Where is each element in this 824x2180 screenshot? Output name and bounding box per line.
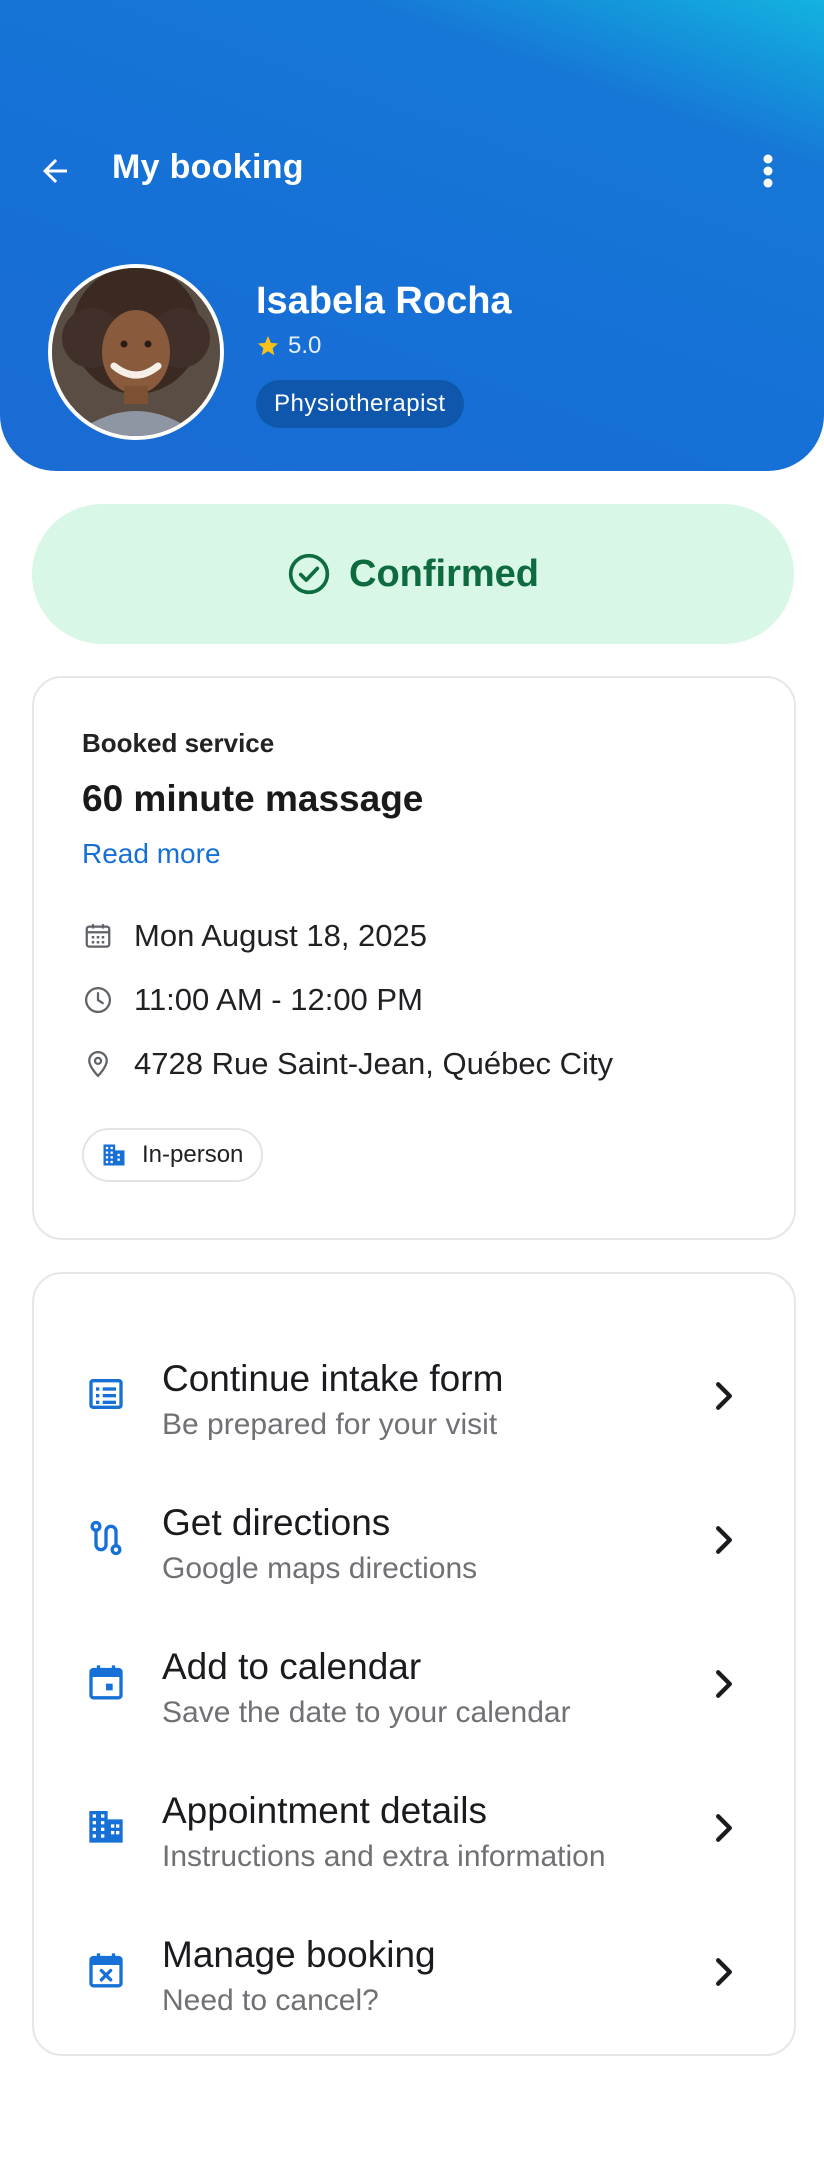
chevron-right-icon — [716, 1670, 732, 1698]
action-subtitle: Be prepared for your visit — [162, 1408, 498, 1441]
action-manage-booking[interactable]: Manage booking Need to cancel? — [34, 1902, 794, 2046]
calendar-icon — [89, 1665, 123, 1700]
date-row: Mon August 18, 2025 — [82, 918, 427, 954]
booking-address: 4728 Rue Saint-Jean, Québec City — [134, 1046, 614, 1081]
booking-date: Mon August 18, 2025 — [134, 918, 428, 953]
booked-service-card: Booked service 60 minute massage Read mo… — [32, 676, 796, 1240]
action-get-directions[interactable]: Get directions Google maps directions — [34, 1470, 794, 1614]
chevron-right-icon — [716, 1814, 732, 1842]
action-subtitle: Need to cancel? — [162, 1984, 379, 2017]
action-title: Get directions — [162, 1502, 391, 1543]
section-label: Booked service — [82, 728, 275, 758]
building-icon — [89, 1811, 123, 1843]
more-options-button[interactable] — [748, 146, 788, 196]
avatar — [48, 264, 224, 440]
address-row: 4728 Rue Saint-Jean, Québec City — [82, 1046, 613, 1082]
professional-name: Isabela Rocha — [256, 280, 512, 322]
booking-actions-card: Continue intake form Be prepared for you… — [32, 1272, 796, 2056]
rating-value: 5.0 — [288, 332, 322, 359]
chevron-right-icon — [716, 1526, 732, 1554]
action-appointment-details[interactable]: Appointment details Instructions and ext… — [34, 1758, 794, 1902]
action-add-to-calendar[interactable]: Add to calendar Save the date to your ca… — [34, 1614, 794, 1758]
status-badge: Confirmed — [32, 504, 794, 644]
action-subtitle: Google maps directions — [162, 1552, 478, 1585]
building-icon — [103, 1144, 125, 1166]
action-title: Manage booking — [162, 1934, 436, 1975]
calendar-cancel-icon — [89, 1953, 123, 1988]
time-row: 11:00 AM - 12:00 PM — [82, 982, 423, 1018]
status-label: Confirmed — [349, 552, 539, 595]
chevron-right-icon — [716, 1382, 732, 1410]
location-pin-icon — [88, 1050, 108, 1078]
clock-icon — [85, 987, 111, 1013]
calendar-grid-icon — [85, 924, 111, 948]
route-icon — [90, 1520, 122, 1556]
top-app-bar: My booking — [0, 136, 824, 200]
star-icon — [258, 336, 278, 356]
back-button[interactable] — [30, 146, 80, 196]
profile-header: My booking Isabela Rocha 5.0 Physiothera… — [0, 0, 824, 471]
action-title: Appointment details — [162, 1790, 487, 1831]
more-vertical-icon — [763, 154, 773, 188]
check-circle-icon — [288, 553, 330, 595]
role-badge: Physiotherapist — [256, 380, 464, 428]
appointment-mode-chip: In-person — [82, 1128, 264, 1182]
action-subtitle: Instructions and extra information — [162, 1840, 606, 1873]
service-title: 60 minute massage — [82, 778, 424, 819]
list-icon — [89, 1379, 123, 1409]
mode-label: In-person — [142, 1141, 244, 1168]
read-more-link[interactable]: Read more — [82, 838, 221, 870]
chevron-right-icon — [716, 1958, 732, 1986]
action-continue-intake-form[interactable]: Continue intake form Be prepared for you… — [34, 1326, 794, 1470]
action-subtitle: Save the date to your calendar — [162, 1696, 571, 1729]
rating: 5.0 — [256, 332, 321, 360]
action-title: Add to calendar — [162, 1646, 422, 1687]
action-title: Continue intake form — [162, 1358, 504, 1399]
booking-time: 11:00 AM - 12:00 PM — [134, 982, 423, 1017]
arrow-left-icon — [43, 159, 67, 183]
role-label: Physiotherapist — [274, 390, 446, 417]
page-title: My booking — [112, 148, 304, 186]
